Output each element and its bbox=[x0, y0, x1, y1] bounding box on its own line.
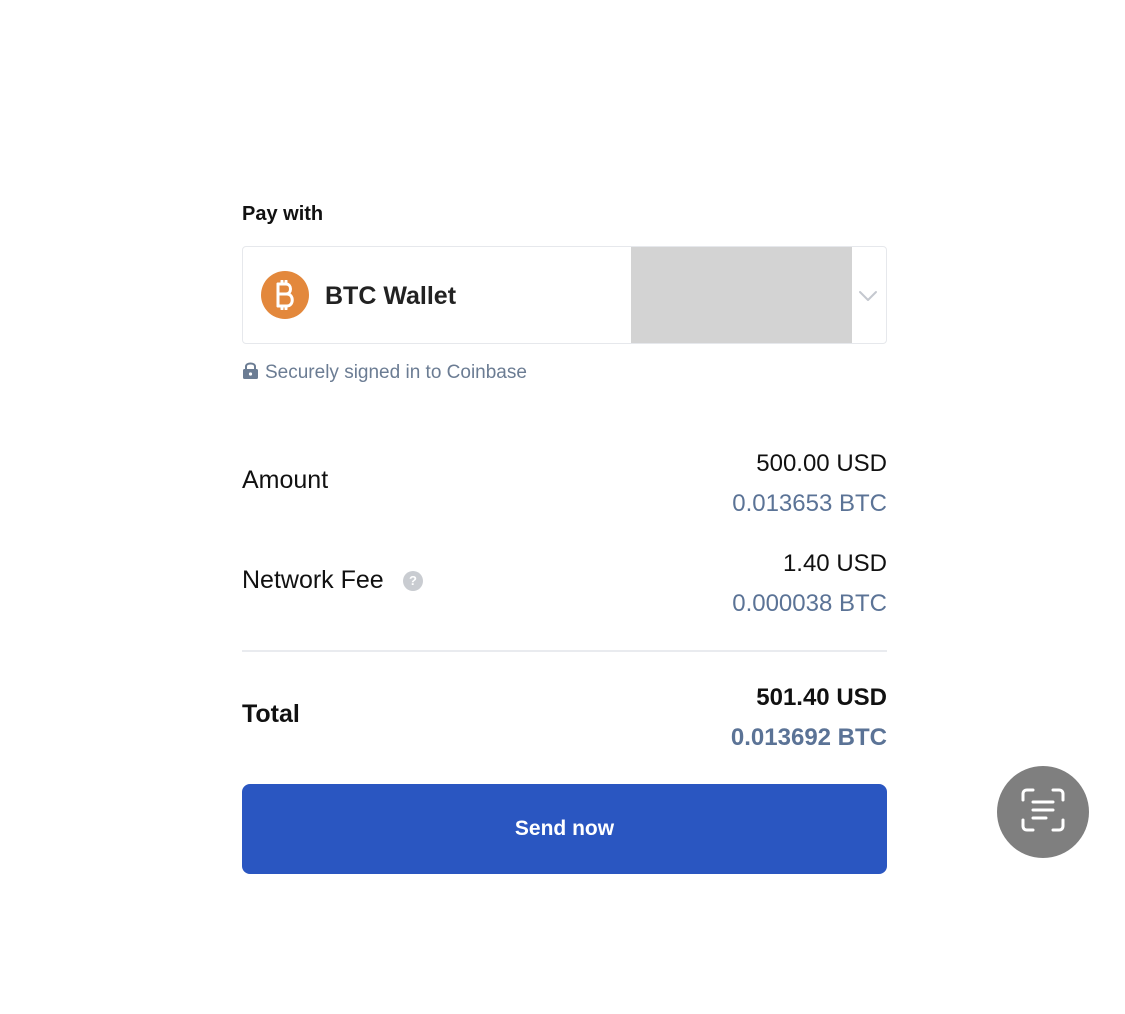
lock-icon bbox=[242, 361, 259, 385]
bitcoin-icon bbox=[261, 271, 309, 319]
network-fee-usd: 1.40 USD bbox=[782, 550, 887, 577]
amount-label: Amount bbox=[242, 466, 329, 494]
amount-btc: 0.013653 BTC bbox=[732, 490, 887, 517]
secure-notice: Securely signed in to Coinbase bbox=[242, 360, 887, 386]
pay-with-label: Pay with bbox=[242, 203, 324, 225]
network-fee-row: Network Fee ? 1.40 USD 0.000038 BTC bbox=[242, 548, 887, 628]
chevron-down-icon[interactable] bbox=[850, 247, 886, 343]
wallet-name: BTC Wallet bbox=[325, 282, 457, 310]
total-row: Total 501.40 USD 0.013692 BTC bbox=[242, 682, 887, 762]
network-fee-label: Network Fee bbox=[242, 566, 384, 594]
wallet-select[interactable]: BTC Wallet bbox=[242, 246, 887, 344]
network-fee-btc: 0.000038 BTC bbox=[732, 590, 887, 617]
secure-notice-text: Securely signed in to Coinbase bbox=[265, 362, 527, 383]
redacted-balance bbox=[631, 247, 852, 343]
summary-divider bbox=[242, 650, 887, 652]
text-scan-button[interactable] bbox=[997, 766, 1089, 858]
text-scan-icon bbox=[1020, 787, 1066, 838]
total-btc: 0.013692 BTC bbox=[730, 724, 887, 751]
total-usd: 501.40 USD bbox=[756, 684, 887, 711]
send-now-button[interactable]: Send now bbox=[242, 784, 887, 874]
total-label: Total bbox=[242, 700, 300, 728]
amount-usd: 500.00 USD bbox=[756, 450, 887, 477]
amount-row: Amount 500.00 USD 0.013653 BTC bbox=[242, 448, 887, 528]
payment-panel: Pay with BTC Wallet Securely signed in t… bbox=[242, 198, 887, 874]
help-icon[interactable]: ? bbox=[403, 571, 423, 591]
